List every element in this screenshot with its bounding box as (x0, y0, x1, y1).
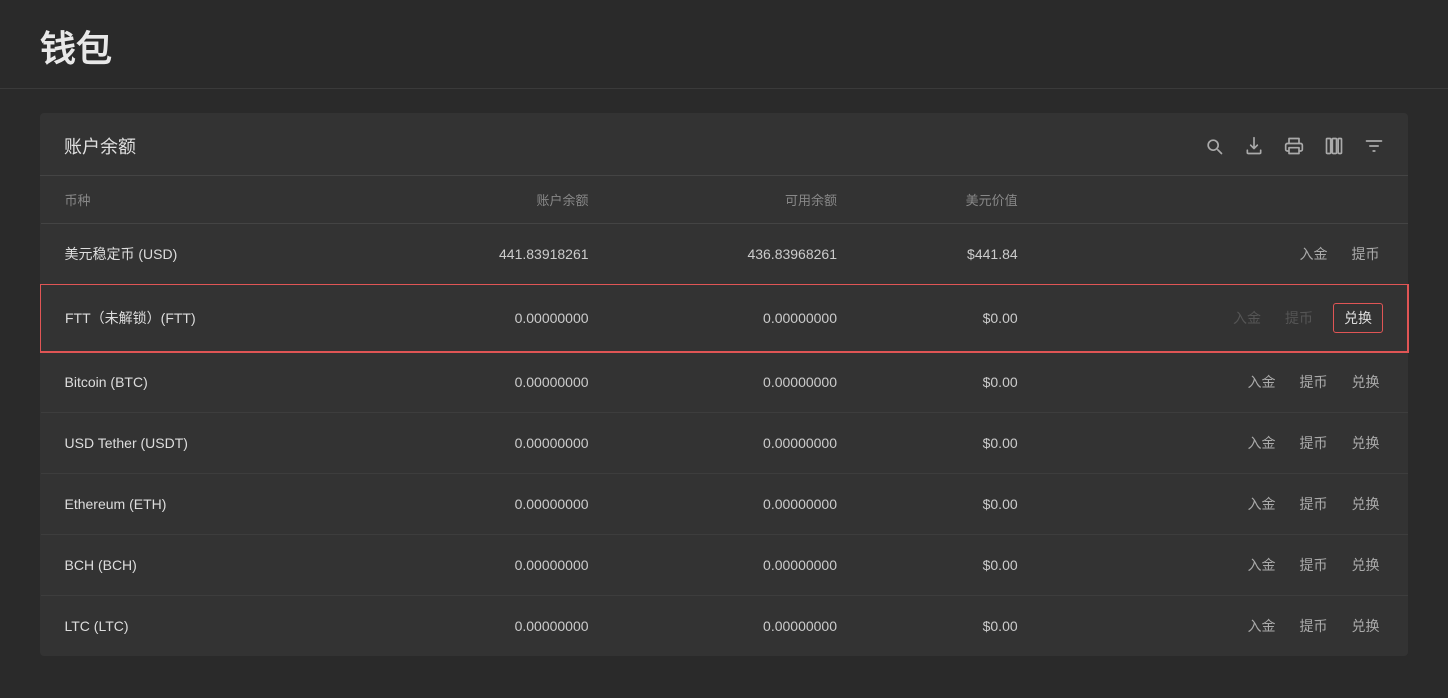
usd-value: $0.00 (861, 596, 1042, 657)
available-value: 0.00000000 (613, 596, 861, 657)
currency-name: FTT（未解锁）(FTT) (41, 285, 365, 352)
exchange-button[interactable]: 兑换 (1348, 492, 1384, 516)
table-row: 美元稳定币 (USD)441.83918261436.83968261$441.… (41, 224, 1408, 285)
withdraw-button[interactable]: 提币 (1296, 431, 1332, 455)
deposit-button[interactable]: 入金 (1296, 242, 1332, 266)
deposit-button[interactable]: 入金 (1244, 492, 1280, 516)
usd-value: $0.00 (861, 352, 1042, 413)
col-balance: 账户余额 (364, 176, 612, 224)
action-buttons: 入金提币兑换 (1066, 553, 1384, 577)
balance-value: 0.00000000 (364, 474, 612, 535)
col-actions (1042, 176, 1408, 224)
card-header: 账户余额 (40, 113, 1408, 176)
col-currency: 币种 (41, 176, 365, 224)
balance-value: 0.00000000 (364, 413, 612, 474)
usd-value: $0.00 (861, 285, 1042, 352)
balance-value: 0.00000000 (364, 596, 612, 657)
balance-value: 0.00000000 (364, 285, 612, 352)
available-value: 0.00000000 (613, 285, 861, 352)
deposit-button[interactable]: 入金 (1244, 614, 1280, 638)
usd-value: $441.84 (861, 224, 1042, 285)
exchange-button[interactable]: 兑换 (1333, 303, 1383, 333)
wallet-card: 账户余额 (40, 113, 1408, 656)
col-available: 可用余额 (613, 176, 861, 224)
columns-icon[interactable] (1324, 136, 1344, 156)
exchange-button[interactable]: 兑换 (1348, 553, 1384, 577)
withdraw-button[interactable]: 提币 (1296, 553, 1332, 577)
header-actions (1204, 136, 1384, 156)
row-actions: 入金提币兑换 (1042, 352, 1408, 413)
row-actions: 入金提币兑换 (1042, 596, 1408, 657)
exchange-button[interactable]: 兑换 (1348, 614, 1384, 638)
balance-value: 0.00000000 (364, 352, 612, 413)
available-value: 0.00000000 (613, 413, 861, 474)
print-icon[interactable] (1284, 136, 1304, 156)
deposit-button[interactable]: 入金 (1244, 431, 1280, 455)
currency-name: USD Tether (USDT) (41, 413, 365, 474)
action-buttons: 入金提币兑换 (1066, 303, 1383, 333)
action-buttons: 入金提币兑换 (1066, 492, 1384, 516)
table-row: Ethereum (ETH)0.000000000.00000000$0.00入… (41, 474, 1408, 535)
action-buttons: 入金提币兑换 (1066, 370, 1384, 394)
table-row: FTT（未解锁）(FTT)0.000000000.00000000$0.00入金… (41, 285, 1408, 352)
row-actions: 入金提币兑换 (1042, 474, 1408, 535)
deposit-button: 入金 (1229, 306, 1265, 330)
download-icon[interactable] (1244, 136, 1264, 156)
table-row: BCH (BCH)0.000000000.00000000$0.00入金提币兑换 (41, 535, 1408, 596)
action-buttons: 入金提币 (1066, 242, 1384, 266)
page-title: 钱包 (40, 20, 1408, 72)
withdraw-button[interactable]: 提币 (1296, 614, 1332, 638)
usd-value: $0.00 (861, 535, 1042, 596)
currency-name: LTC (LTC) (41, 596, 365, 657)
table-header-row: 币种 账户余额 可用余额 美元价值 (41, 176, 1408, 224)
balance-table: 币种 账户余额 可用余额 美元价值 美元稳定币 (USD)441.8391826… (40, 176, 1408, 656)
withdraw-button[interactable]: 提币 (1348, 242, 1384, 266)
balance-value: 441.83918261 (364, 224, 612, 285)
deposit-button[interactable]: 入金 (1244, 370, 1280, 394)
row-actions: 入金提币兑换 (1042, 413, 1408, 474)
action-buttons: 入金提币兑换 (1066, 614, 1384, 638)
currency-name: Ethereum (ETH) (41, 474, 365, 535)
row-actions: 入金提币 (1042, 224, 1408, 285)
exchange-button[interactable]: 兑换 (1348, 431, 1384, 455)
row-actions: 入金提币兑换 (1042, 535, 1408, 596)
action-buttons: 入金提币兑换 (1066, 431, 1384, 455)
table-row: USD Tether (USDT)0.000000000.00000000$0.… (41, 413, 1408, 474)
available-value: 0.00000000 (613, 535, 861, 596)
balance-value: 0.00000000 (364, 535, 612, 596)
col-usd-value: 美元价值 (861, 176, 1042, 224)
usd-value: $0.00 (861, 474, 1042, 535)
card-title: 账户余额 (64, 133, 136, 159)
currency-name: BCH (BCH) (41, 535, 365, 596)
usd-value: $0.00 (861, 413, 1042, 474)
withdraw-button[interactable]: 提币 (1296, 370, 1332, 394)
page-header: 钱包 (0, 0, 1448, 89)
deposit-button[interactable]: 入金 (1244, 553, 1280, 577)
available-value: 0.00000000 (613, 352, 861, 413)
available-value: 0.00000000 (613, 474, 861, 535)
filter-icon[interactable] (1364, 136, 1384, 156)
currency-name: 美元稳定币 (USD) (41, 224, 365, 285)
withdraw-button[interactable]: 提币 (1296, 492, 1332, 516)
available-value: 436.83968261 (613, 224, 861, 285)
table-row: Bitcoin (BTC)0.000000000.00000000$0.00入金… (41, 352, 1408, 413)
search-icon[interactable] (1204, 136, 1224, 156)
row-actions: 入金提币兑换 (1042, 285, 1408, 352)
currency-name: Bitcoin (BTC) (41, 352, 365, 413)
table-row: LTC (LTC)0.000000000.00000000$0.00入金提币兑换 (41, 596, 1408, 657)
exchange-button[interactable]: 兑换 (1348, 370, 1384, 394)
withdraw-button: 提币 (1281, 306, 1317, 330)
